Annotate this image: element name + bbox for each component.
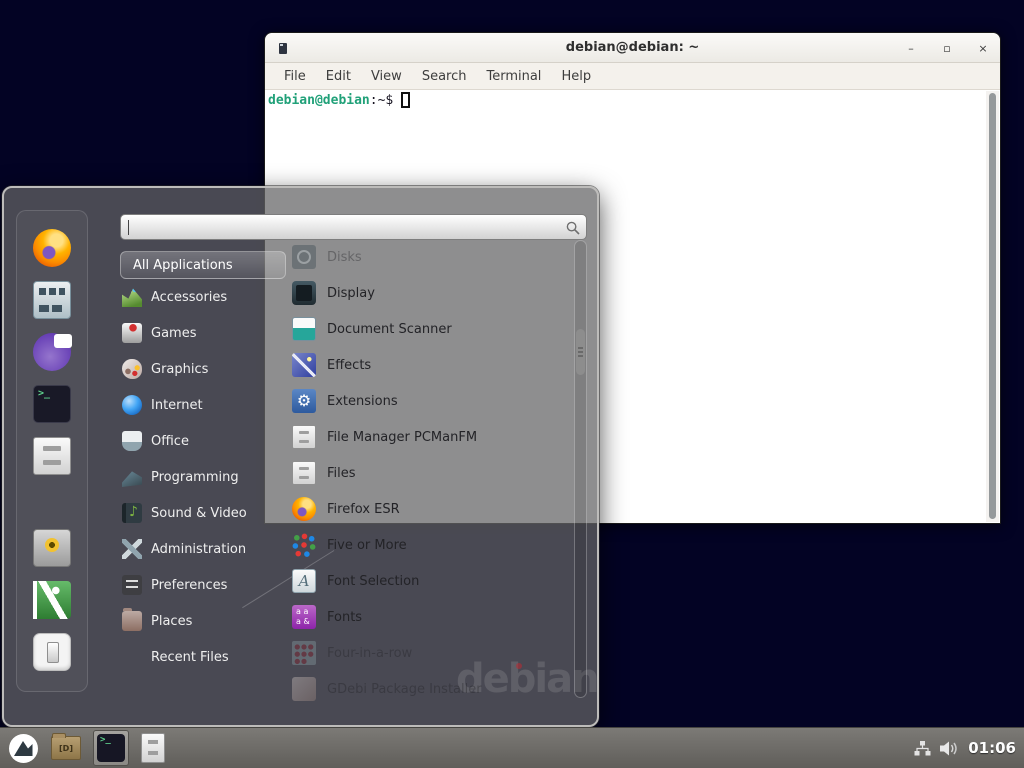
folder-badge: [D] (59, 744, 73, 753)
menu-view[interactable]: View (361, 69, 412, 84)
logout-icon[interactable] (33, 581, 71, 619)
graphics-icon (122, 359, 142, 379)
lock-screen-icon[interactable] (33, 529, 71, 567)
app-gdebi-package-installer[interactable]: GDebi Package Installer (288, 671, 570, 707)
display-icon (292, 281, 316, 305)
category-label: All Applications (133, 258, 233, 273)
file-manager-taskbar-icon[interactable]: [D] (51, 736, 81, 760)
firefox-launcher-icon[interactable] (33, 229, 71, 267)
font-selection-icon (292, 569, 316, 593)
internet-globe-icon (122, 395, 142, 415)
terminal-window-icon (279, 43, 287, 54)
shutdown-icon[interactable] (33, 633, 71, 671)
disks-icon (292, 245, 316, 269)
prompt-user-host: debian@debian (268, 93, 370, 108)
effects-wand-icon (292, 353, 316, 377)
file-manager-launcher-icon[interactable] (33, 281, 71, 319)
menu-search[interactable]: Search (412, 69, 477, 84)
app-display[interactable]: Display (288, 275, 570, 311)
category-administration[interactable]: Administration (120, 531, 286, 567)
menu-file[interactable]: File (274, 69, 316, 84)
app-file-manager-pcmanfm[interactable]: File Manager PCManFM (288, 419, 570, 455)
terminal-launcher-icon[interactable] (33, 385, 71, 423)
category-accessories[interactable]: Accessories (120, 279, 286, 315)
maximize-button[interactable]: ▫ (940, 43, 954, 54)
four-in-a-row-icon (292, 641, 316, 665)
menu-search-box[interactable] (120, 214, 587, 240)
terminal-menubar: File Edit View Search Terminal Help (265, 63, 1000, 90)
taskbar-clock[interactable]: 01:06 (968, 739, 1016, 757)
preferences-sliders-icon (122, 575, 142, 595)
terminal-titlebar[interactable]: debian@debian: ~ – ▫ × (265, 33, 1000, 63)
category-office[interactable]: Office (120, 423, 286, 459)
menu-terminal[interactable]: Terminal (476, 69, 551, 84)
gdebi-icon (292, 677, 316, 701)
category-all-applications[interactable]: All Applications (120, 251, 286, 279)
app-firefox-esr[interactable]: Firefox ESR (288, 491, 570, 527)
app-files[interactable]: Files (288, 455, 570, 491)
document-scanner-icon (292, 317, 316, 341)
category-places[interactable]: Places (120, 603, 286, 639)
close-button[interactable]: × (976, 43, 990, 54)
prompt-path: :~$ (370, 93, 393, 108)
fonts-icon (292, 605, 316, 629)
category-internet[interactable]: Internet (120, 387, 286, 423)
accessories-icon (122, 287, 142, 307)
places-folder-icon (122, 611, 142, 631)
category-programming[interactable]: Programming (120, 459, 286, 495)
shell-prompt: debian@debian:~$ (268, 92, 410, 109)
administration-tools-icon (122, 539, 142, 559)
extensions-gear-icon (292, 389, 316, 413)
app-five-or-more[interactable]: Five or More (288, 527, 570, 563)
terminal-cursor (401, 92, 410, 108)
category-graphics[interactable]: Graphics (120, 351, 286, 387)
office-icon (122, 431, 142, 451)
app-four-in-a-row[interactable]: Four-in-a-row (288, 635, 570, 671)
terminal-scrollbar[interactable] (986, 91, 999, 522)
category-sound-video[interactable]: Sound & Video (120, 495, 286, 531)
category-games[interactable]: Games (120, 315, 286, 351)
terminal-scrollbar-thumb[interactable] (989, 93, 996, 519)
menu-button[interactable] (8, 733, 39, 764)
application-menu: debian All Applications Accessories (2, 186, 599, 727)
minimize-button[interactable]: – (904, 43, 918, 54)
favorites-sidebar (16, 210, 88, 692)
file-cabinet-taskbar-icon[interactable] (141, 733, 165, 763)
pidgin-launcher-icon[interactable] (33, 333, 71, 371)
app-effects[interactable]: Effects (288, 347, 570, 383)
app-disks[interactable]: Disks (288, 239, 570, 275)
terminal-task-button[interactable] (93, 730, 129, 766)
taskbar: [D] 01:06 (0, 727, 1024, 768)
application-list: Disks Display Document Scanner Effects E… (288, 239, 570, 709)
app-fonts[interactable]: Fonts (288, 599, 570, 635)
file-cabinet-launcher-icon[interactable] (33, 437, 71, 475)
category-list: All Applications Accessories Games Graph… (120, 251, 286, 675)
games-icon (122, 323, 142, 343)
file-cabinet-icon (292, 425, 316, 449)
menu-button-icon (8, 733, 39, 764)
terminal-title: debian@debian: ~ (265, 40, 1000, 55)
volume-icon[interactable] (940, 741, 959, 756)
app-list-scrollbar-thumb[interactable] (576, 329, 585, 375)
category-recent-files[interactable]: Recent Files (120, 639, 286, 675)
terminal-task-icon (97, 734, 125, 762)
app-extensions[interactable]: Extensions (288, 383, 570, 419)
search-icon (566, 221, 580, 235)
app-document-scanner[interactable]: Document Scanner (288, 311, 570, 347)
firefox-icon (292, 497, 316, 521)
menu-help[interactable]: Help (551, 69, 601, 84)
five-or-more-dots-icon (292, 533, 316, 557)
sound-video-icon (122, 503, 142, 523)
menu-edit[interactable]: Edit (316, 69, 361, 84)
category-preferences[interactable]: Preferences (120, 567, 286, 603)
file-cabinet-icon (292, 461, 316, 485)
programming-icon (122, 467, 142, 487)
app-list-scrollbar[interactable] (574, 240, 587, 698)
network-icon[interactable] (914, 741, 931, 756)
app-font-selection[interactable]: Font Selection (288, 563, 570, 599)
menu-search-input[interactable] (121, 215, 586, 239)
